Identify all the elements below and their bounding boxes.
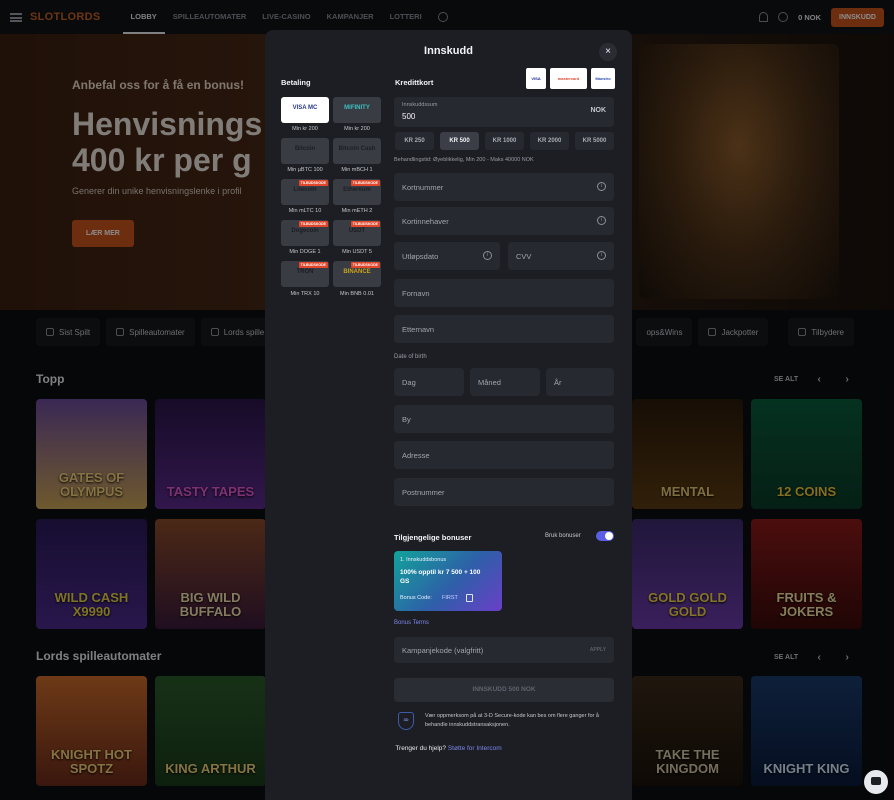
modal-title: Innskudd	[424, 45, 473, 57]
payment-min: Min mETH 2	[341, 208, 373, 214]
card-number-field[interactable]: Kortnummer i	[394, 173, 614, 201]
promo-badge: TILBUDSKODE	[298, 180, 328, 186]
apply-button[interactable]: APPLY	[590, 647, 606, 653]
help-text: Trenger du hjelp?	[395, 745, 447, 752]
info-icon[interactable]: i	[483, 251, 492, 260]
dob-year-field[interactable]: År	[546, 368, 614, 396]
copy-icon[interactable]	[466, 594, 473, 602]
promo-badge: TILBUDSKODE	[350, 262, 380, 268]
promo-badge: TILBUDSKODE	[298, 262, 328, 268]
promo-badge: TILBUDSKODE	[350, 221, 380, 227]
payment-method-mifinity[interactable]: MIFINITY	[333, 97, 381, 123]
processing-hint: Behandlingstid: Øyeblikkelig, Min 200 - …	[394, 157, 534, 163]
amount-chip-selected[interactable]: KR 500	[440, 132, 479, 150]
amount-chip[interactable]: KR 2000	[530, 132, 569, 150]
payment-min: Min µBTC 100	[287, 167, 323, 173]
payment-method-litecoin[interactable]: TILBUDSKODE Litecoin	[281, 179, 329, 205]
cvv-field[interactable]: CVV i	[508, 242, 614, 270]
currency-label: NOK	[590, 107, 606, 114]
amount-label: Innskuddssum	[402, 102, 438, 108]
mastercard-logo: mastercard	[550, 68, 587, 89]
shield-icon: 3D	[398, 712, 414, 730]
bonus-terms-link[interactable]: Bonus Terms	[394, 620, 429, 626]
info-icon[interactable]: i	[597, 251, 606, 260]
payment-min: Min mBCH 1	[341, 167, 373, 173]
credit-card-label: Kredittkort	[395, 78, 434, 87]
city-field[interactable]: By	[394, 405, 614, 433]
bonus-card-offer: 100% opptil kr 7 500 + 100 GS	[400, 569, 481, 585]
use-bonus-toggle[interactable]	[596, 531, 614, 541]
bonus-card-title: 1. Innskuddsbonus	[400, 557, 447, 563]
payment-label: Betaling	[281, 78, 311, 87]
help-line: Trenger du hjelp? Støtte for Intercom	[265, 745, 632, 752]
bonus-code-label: Bonus Code:	[400, 595, 432, 601]
payment-min: Min DOGE 1	[289, 249, 321, 255]
payment-min: Min BNB 0.01	[340, 291, 374, 297]
last-name-field[interactable]: Etternavn	[394, 315, 614, 343]
payment-method-usdt[interactable]: TILBUDSKODE USDT	[333, 220, 381, 246]
close-icon[interactable]: ×	[599, 43, 617, 61]
promo-badge: TILBUDSKODE	[298, 221, 328, 227]
payment-min: Min TRX 10	[290, 291, 320, 297]
payment-method-card[interactable]: VISA MC	[281, 97, 329, 123]
bonus-card[interactable]: 1. Innskuddsbonus 100% opptil kr 7 500 +…	[394, 551, 502, 611]
card-holder-field[interactable]: Kortinnehaver i	[394, 207, 614, 235]
payment-method-bitcoin-cash[interactable]: Bitcoin Cash	[333, 138, 381, 164]
amount-chip[interactable]: KR 5000	[575, 132, 614, 150]
first-name-field[interactable]: Fornavn	[394, 279, 614, 307]
bonuses-title: Tilgjengelige bonuser	[394, 533, 472, 542]
dob-label: Date of birth	[394, 354, 427, 360]
expiry-field[interactable]: Utløpsdato i	[394, 242, 500, 270]
payment-min: Min kr 200	[292, 126, 318, 132]
info-icon[interactable]: i	[597, 182, 606, 191]
payment-method-dogecoin[interactable]: TILBUDSKODE Dogecoin	[281, 220, 329, 246]
payment-method-bitcoin[interactable]: Bitcoin	[281, 138, 329, 164]
amount-chip[interactable]: KR 250	[395, 132, 434, 150]
chat-icon[interactable]	[864, 770, 888, 794]
submit-deposit-button[interactable]: INNSKUDD 500 NOK	[394, 678, 614, 702]
use-bonus-label: Bruk bonuser	[545, 533, 581, 539]
dob-month-field[interactable]: Måned	[470, 368, 540, 396]
payment-min: Min kr 200	[344, 126, 370, 132]
payment-min: Min USDT 5	[342, 249, 372, 255]
payment-method-ethereum[interactable]: TILBUDSKODE Ethereum	[333, 179, 381, 205]
visa-logo: VISA	[526, 68, 546, 89]
bonus-code-value: FIRST	[442, 595, 458, 601]
promo-badge: TILBUDSKODE	[350, 180, 380, 186]
address-field[interactable]: Adresse	[394, 441, 614, 469]
amount-input[interactable]: Innskuddssum 500 NOK	[394, 97, 614, 127]
payment-method-tron[interactable]: TILBUDSKODE TRON	[281, 261, 329, 287]
amount-chip[interactable]: KR 1000	[485, 132, 524, 150]
info-icon[interactable]: i	[597, 216, 606, 225]
payment-method-binance[interactable]: TILBUDSKODE BINANCE	[333, 261, 381, 287]
amount-value: 500	[402, 112, 416, 121]
intercom-support-link[interactable]: Støtte for Intercom	[448, 745, 502, 752]
dob-day-field[interactable]: Dag	[394, 368, 464, 396]
postcode-field[interactable]: Postnummer	[394, 478, 614, 506]
secure-notice: Vær oppmerksom på at 3-D Secure-kode kan…	[425, 713, 599, 728]
maestro-logo: Maestro	[591, 68, 615, 89]
payment-min: Min mLTC 10	[288, 208, 322, 214]
promo-code-field[interactable]: Kampanjekode (valgfritt) APPLY	[394, 637, 614, 663]
deposit-modal: Innskudd × Betaling VISA MC Min kr 200 M…	[265, 30, 632, 800]
